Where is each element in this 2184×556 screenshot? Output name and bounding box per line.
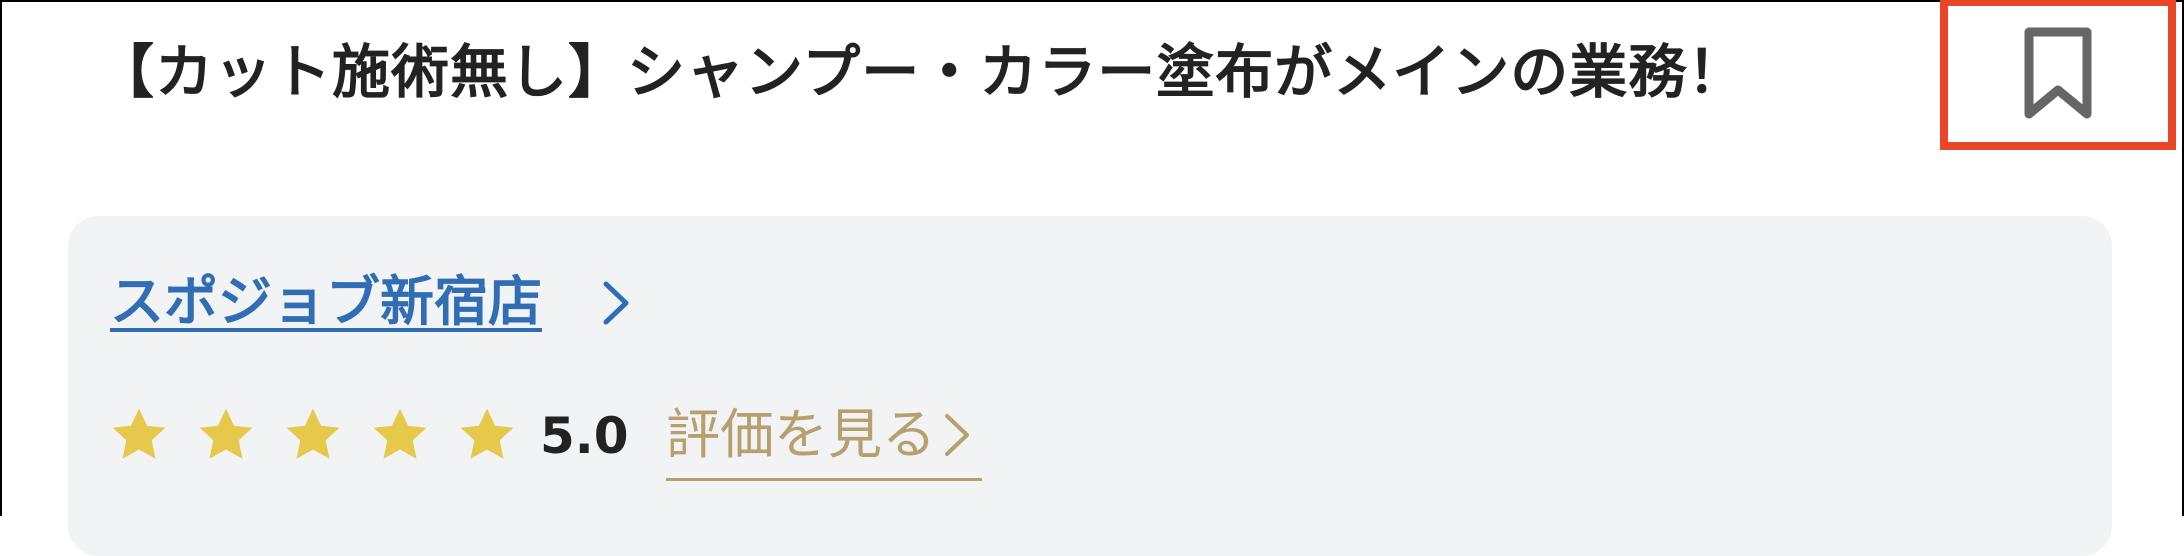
star-icon	[112, 408, 166, 459]
chevron-right-icon[interactable]	[596, 278, 636, 328]
job-title: 【カット施術無し】シャンプー・カラー塗布がメインの業務！	[96, 38, 1747, 106]
view-reviews-link[interactable]: 評価を見る	[666, 392, 982, 481]
chevron-right-icon	[945, 414, 969, 456]
star-icon	[460, 408, 514, 459]
rating-stars	[108, 404, 518, 466]
star-icon	[373, 408, 427, 459]
store-name-link[interactable]: スポジョブ新宿店	[110, 262, 542, 342]
bookmark-icon	[2024, 27, 2092, 119]
star-icon	[199, 408, 253, 459]
rating-value: 5.0	[540, 407, 629, 465]
view-reviews-label: 評価を見る	[666, 403, 936, 466]
star-icon	[286, 408, 340, 459]
bookmark-button[interactable]	[1940, 0, 2176, 150]
